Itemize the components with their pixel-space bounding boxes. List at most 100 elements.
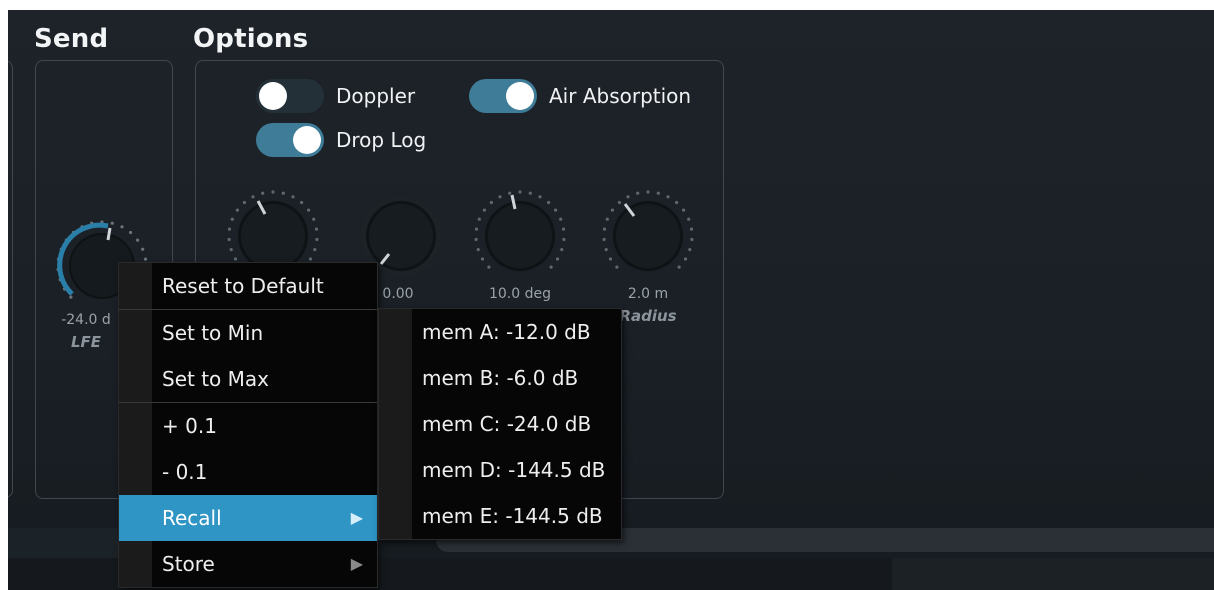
menu-item-plus-0-1[interactable]: + 0.1 <box>119 402 377 449</box>
knob-scale-dot <box>615 265 619 269</box>
submenu-item-mem-c[interactable]: mem C: -24.0 dB <box>379 401 621 447</box>
plugin-window: Send -24.0 d LFE Options Doppler Air Abs… <box>8 10 1214 590</box>
menu-item-set-to-max[interactable]: Set to Max <box>119 356 377 402</box>
send-section-title: Send <box>34 24 109 54</box>
drop-log-toggle-knob <box>293 126 321 154</box>
bottom-left-bar <box>8 528 118 558</box>
radius-knob-value: 2.0 m <box>627 286 669 302</box>
submenu-item-mem-a[interactable]: mem A: -12.0 dB <box>379 309 621 355</box>
knob-scale-dot <box>562 237 566 242</box>
doppler-toggle-knob <box>259 82 287 110</box>
knob-scale-dot <box>555 257 560 261</box>
submenu-item-mem-b[interactable]: mem B: -6.0 dB <box>379 355 621 401</box>
knob-scale-dot <box>141 247 145 251</box>
menu-item-set-to-min[interactable]: Set to Min <box>119 309 377 356</box>
air-absorption-label: Air Absorption <box>549 84 692 108</box>
menu-item-minus-0-1[interactable]: - 0.1 <box>119 449 377 495</box>
menu-item-label: Recall <box>162 506 222 530</box>
knob-scale-dot <box>646 190 650 194</box>
doppler-toggle[interactable] <box>256 79 324 113</box>
knob-scale-dot <box>666 195 670 199</box>
air-absorption-toggle-row[interactable]: Air Absorption <box>469 79 691 113</box>
submenu-item-mem-d[interactable]: mem D: -144.5 dB <box>379 447 621 493</box>
knob-scale-dot <box>315 237 319 242</box>
knob-scale-dot <box>271 190 275 194</box>
knob-scale-dot <box>143 257 148 261</box>
knob-scale-dot <box>474 227 479 231</box>
knob-scale-dot <box>689 227 694 231</box>
knob-scale-dot <box>314 227 319 231</box>
drop-log-label: Drop Log <box>336 128 427 152</box>
knob-scale-dot <box>227 227 232 231</box>
submenu-item-label: mem C: -24.0 dB <box>422 412 592 436</box>
menu-item-label: - 0.1 <box>162 460 208 484</box>
knob-scale-dot <box>261 191 265 195</box>
menu-item-label: Set to Max <box>162 367 269 391</box>
knob-scale-dot <box>559 217 563 221</box>
knob-scale-dot <box>675 200 679 205</box>
knob-scale-dot <box>230 217 234 221</box>
submenu-item-label: mem B: -6.0 dB <box>422 366 579 390</box>
knob-scale-dot <box>300 200 304 205</box>
knob-scale-dot <box>561 227 566 231</box>
knob-scale-dot <box>560 248 564 252</box>
menu-item-label: + 0.1 <box>162 414 217 438</box>
knob-scale-dot <box>602 227 607 231</box>
knob-scale-dot <box>477 217 481 221</box>
knob-scale-dot <box>129 230 133 235</box>
knob-scale-dot <box>682 208 686 212</box>
knob-scale-dot <box>608 257 613 261</box>
submenu-item-mem-e[interactable]: mem E: -144.5 dB <box>379 493 621 539</box>
knob-scale-dot <box>487 265 491 269</box>
knob-scale-dot <box>69 295 73 299</box>
submenu-arrow-icon: ▶ <box>350 554 363 573</box>
option-knob-3-value: 10.0 deg <box>488 286 551 302</box>
air-absorption-toggle[interactable] <box>469 79 537 113</box>
knob-scale-dot <box>308 257 313 261</box>
knob-scale-dot <box>480 257 485 261</box>
drop-log-toggle-row[interactable]: Drop Log <box>256 123 426 157</box>
drop-log-toggle[interactable] <box>256 123 324 157</box>
knob-scale-dot <box>251 195 255 199</box>
knob-scale-dot <box>617 200 621 205</box>
knob-scale-dot <box>687 217 691 221</box>
knob-scale-dot <box>538 195 542 199</box>
knob-scale-dot <box>690 237 694 242</box>
left-panel-edge <box>8 60 13 498</box>
options-section-title: Options <box>193 24 309 54</box>
option-knob-3[interactable] <box>470 186 570 286</box>
context-menu: Reset to Default Set to Min Set to Max +… <box>118 262 378 588</box>
knob-scale-dot <box>474 237 478 242</box>
radius-knob[interactable] <box>598 186 698 286</box>
air-absorption-toggle-knob <box>506 82 534 110</box>
knob-scale-dot <box>313 248 317 252</box>
knob-scale-dot <box>235 208 239 212</box>
knob-scale-dot <box>476 248 480 252</box>
doppler-toggle-row[interactable]: Doppler <box>256 79 415 113</box>
recall-submenu: mem A: -12.0 dB mem B: -6.0 dB mem C: -2… <box>378 308 622 540</box>
knob-scale-dot <box>136 238 140 242</box>
knob-scale-dot <box>604 248 608 252</box>
knob-scale-dot <box>307 208 311 212</box>
knob-scale-dot <box>489 200 493 205</box>
knob-scale-dot <box>602 237 606 242</box>
knob-scale-dot <box>233 257 238 261</box>
knob-scale-dot <box>498 195 502 199</box>
knob-scale-dot <box>281 191 285 195</box>
menu-item-reset-to-default[interactable]: Reset to Default <box>119 263 377 309</box>
knob-scale-dot <box>636 191 640 195</box>
submenu-item-label: mem A: -12.0 dB <box>422 320 591 344</box>
menu-item-store[interactable]: Store ▶ <box>119 541 377 587</box>
submenu-item-label: mem D: -144.5 dB <box>422 458 606 482</box>
knob-scale-dot <box>626 195 630 199</box>
knob-scale-dot <box>508 191 512 195</box>
bottom-right-area <box>892 558 1214 590</box>
knob-scale-dot <box>528 191 532 195</box>
knob-scale-dot <box>683 257 688 261</box>
menu-item-recall[interactable]: Recall ▶ <box>119 495 377 541</box>
knob-scale-dot <box>605 217 609 221</box>
knob-scale-dot <box>518 190 522 194</box>
menu-item-label: Store <box>162 552 215 576</box>
knob-scale-dot <box>656 191 660 195</box>
knob-scale-dot <box>120 225 124 229</box>
